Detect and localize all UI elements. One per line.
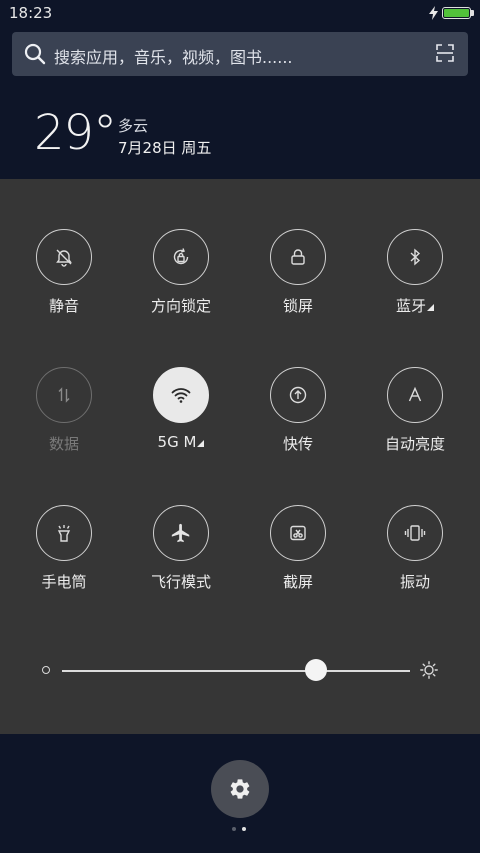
toggle-vibrate-circle[interactable]: [387, 505, 443, 561]
toggle-rotation-lock-label: 方向锁定: [150, 297, 211, 315]
toggle-rotation-lock[interactable]: 方向锁定: [123, 229, 239, 316]
battery-tip: [471, 10, 474, 16]
toggle-wifi-label: 5G M: [123, 433, 239, 451]
status-bar: 18:23: [0, 0, 480, 28]
battery-level: [444, 9, 469, 17]
toggle-wifi-circle[interactable]: [153, 367, 209, 423]
scan-icon[interactable]: [436, 44, 454, 62]
screenshot-icon: [290, 525, 306, 541]
toggle-rotation-lock-circle[interactable]: [153, 229, 209, 285]
search-input[interactable]: 搜索应用，音乐，视频，图书......: [54, 44, 293, 68]
bluetooth-more-indicator[interactable]: [427, 304, 434, 311]
toggle-auto-brightness-circle[interactable]: [387, 367, 443, 423]
quick-share-icon: [289, 386, 307, 404]
weather-date: 7月28日 周五: [118, 139, 212, 157]
toggle-mobile-data-circle[interactable]: [36, 367, 92, 423]
toggle-vibrate[interactable]: 振动: [357, 505, 473, 592]
toggle-bluetooth-circle[interactable]: [387, 229, 443, 285]
toggle-silent-circle[interactable]: [36, 229, 92, 285]
bluetooth-icon: [410, 248, 421, 266]
battery-icon: [442, 7, 471, 19]
toggle-auto-brightness-label: 自动亮度: [384, 435, 445, 453]
bluetooth-label-text: 蓝牙: [395, 297, 426, 315]
rotation-lock-icon: [173, 248, 189, 265]
toggle-mobile-data-label: 数据: [48, 435, 79, 453]
page-indicator: [232, 827, 252, 833]
wifi-more-indicator[interactable]: [197, 440, 205, 447]
wifi-icon: [171, 388, 191, 403]
brightness-high-icon: [420, 661, 438, 679]
toggle-quick-share[interactable]: 快传: [240, 367, 356, 454]
toggle-lock-screen-label: 锁屏: [282, 297, 313, 315]
status-time: 18:23: [9, 4, 53, 22]
toggle-quick-share-label: 快传: [282, 435, 313, 453]
toggle-lock-screen[interactable]: 锁屏: [240, 229, 356, 316]
mobile-data-icon: [58, 387, 70, 403]
toggle-quick-share-circle[interactable]: [270, 367, 326, 423]
search-icon: [24, 43, 46, 65]
toggle-vibrate-label: 振动: [399, 573, 430, 591]
toggle-bluetooth[interactable]: 蓝牙: [357, 229, 473, 316]
charging-icon: [429, 6, 438, 20]
toggle-silent[interactable]: 静音: [6, 229, 122, 316]
toggle-screenshot-circle[interactable]: [270, 505, 326, 561]
search-bar[interactable]: 搜索应用，音乐，视频，图书......: [12, 32, 468, 76]
auto-brightness-icon: [408, 386, 422, 402]
toggle-lock-screen-circle[interactable]: [270, 229, 326, 285]
toggle-wifi[interactable]: 5G M: [123, 367, 239, 451]
toggle-screenshot-label: 截屏: [282, 573, 313, 591]
weather-temperature: 29°: [34, 105, 117, 161]
toggle-flashlight-circle[interactable]: [36, 505, 92, 561]
gear-icon: [230, 779, 250, 799]
toggle-airplane-mode[interactable]: 飞行模式: [123, 505, 239, 592]
brightness-slider-thumb[interactable]: [305, 659, 328, 681]
lock-icon: [291, 249, 305, 265]
vibrate-icon: [404, 525, 426, 541]
brightness-low-icon: [42, 666, 50, 674]
toggle-auto-brightness[interactable]: 自动亮度: [357, 367, 473, 454]
page-dot: [232, 827, 236, 831]
flashlight-icon: [57, 525, 71, 542]
toggle-airplane-mode-circle[interactable]: [153, 505, 209, 561]
toggle-flashlight-label: 手电筒: [41, 573, 87, 591]
wifi-network-name: 5G M: [157, 433, 197, 451]
toggle-mobile-data[interactable]: 数据: [6, 367, 122, 454]
quick-settings-panel: 静音 方向锁定 锁屏 蓝牙 数据 5G M 快传 自动亮度 手电筒 飞行模式 截…: [0, 179, 480, 734]
brightness-slider-track[interactable]: [62, 670, 410, 672]
bell-muted-icon: [56, 249, 72, 267]
settings-button[interactable]: [211, 760, 269, 818]
weather-condition: 多云: [118, 117, 149, 135]
toggle-airplane-mode-label: 飞行模式: [150, 573, 211, 591]
toggle-silent-label: 静音: [48, 297, 79, 315]
toggle-bluetooth-label: 蓝牙: [357, 295, 473, 316]
toggle-screenshot[interactable]: 截屏: [240, 505, 356, 592]
toggle-flashlight[interactable]: 手电筒: [6, 505, 122, 592]
airplane-icon: [171, 523, 190, 543]
page-dot: [242, 827, 246, 831]
